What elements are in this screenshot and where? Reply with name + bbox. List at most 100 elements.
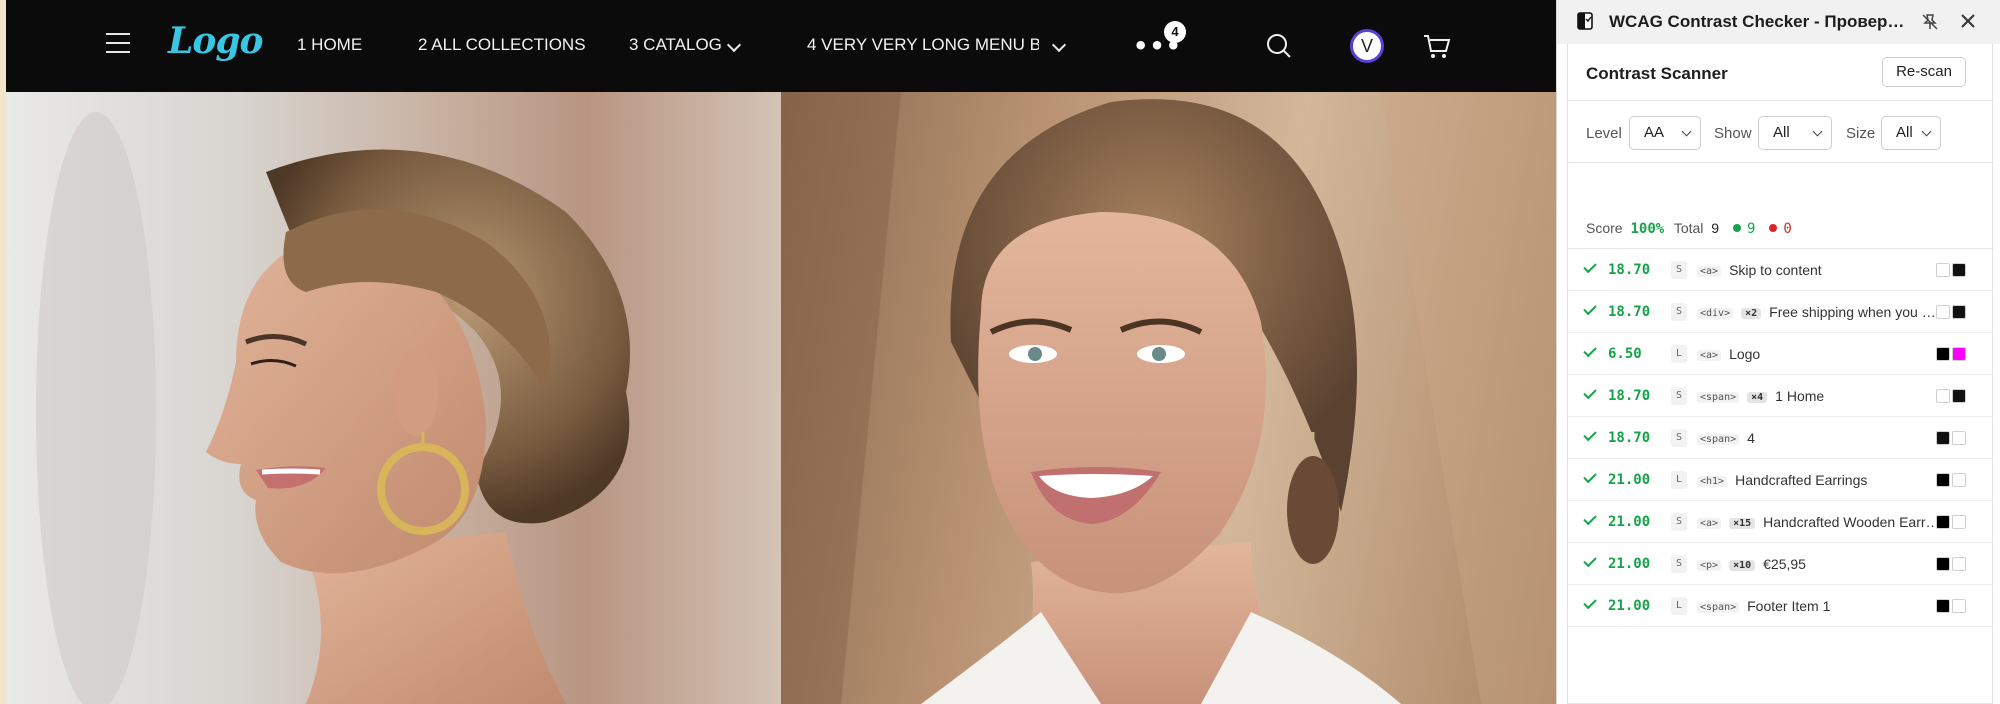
store-header: Logo 1 HOME 2 ALL COLLECTIONS 3 CATALOG … [6, 0, 1556, 92]
element-tag: <span> [1697, 434, 1740, 445]
fail-dot-icon [1769, 224, 1778, 232]
panel-window-title: WCAG Contrast Checker - Проверка контрас… [1609, 12, 1909, 31]
foreground-swatch [1936, 599, 1950, 613]
nav-item-long-menu[interactable]: 4 VERY VERY LONG MENU BECAUSE [807, 35, 1039, 55]
pass-check-icon [1583, 385, 1597, 400]
search-icon[interactable] [1266, 33, 1292, 59]
foreground-swatch [1936, 557, 1950, 571]
text-size-badge: S [1671, 303, 1687, 321]
level-select[interactable]: AA [1629, 116, 1701, 150]
element-tag: <h1> [1697, 476, 1728, 487]
pass-check-icon [1583, 595, 1597, 610]
size-filter-label: Size [1846, 125, 1876, 142]
size-select[interactable]: All [1881, 116, 1941, 150]
element-tag: <span> [1697, 602, 1740, 613]
pass-check-icon [1583, 343, 1597, 358]
text-size-badge: S [1671, 429, 1687, 447]
result-row[interactable]: 21.00 S <a> ×15 Handcrafted Wooden Earring… [1568, 501, 1994, 543]
result-row[interactable]: 18.70 S <div> ×2 Free shipping when you or… [1568, 291, 1994, 333]
pass-check-icon [1583, 301, 1597, 316]
total-value: 9 [1711, 220, 1720, 236]
contrast-checker-icon [1577, 12, 1593, 30]
result-detail: <span> 4 [1697, 429, 1942, 447]
result-detail: <span> ×4 1 Home [1697, 387, 1942, 405]
occurrence-count: ×4 [1747, 392, 1768, 403]
results-list: 18.70 S <a> Skip to content 18.70 S <div>… [1568, 249, 1994, 627]
element-text: 4 [1747, 430, 1755, 446]
show-filter-label: Show [1714, 125, 1752, 142]
size-select-value: All [1896, 124, 1913, 141]
result-row[interactable]: 6.50 L <a> Logo [1568, 333, 1994, 375]
result-row[interactable]: 21.00 S <p> ×10 €25,95 [1568, 543, 1994, 585]
text-size-badge: S [1671, 387, 1687, 405]
contrast-ratio: 21.00 [1608, 556, 1651, 572]
cart-icon[interactable] [1423, 34, 1451, 60]
result-detail: <span> Footer Item 1 [1697, 597, 1942, 615]
rescan-button[interactable]: Re-scan [1882, 57, 1966, 87]
level-select-value: AA [1644, 124, 1665, 141]
pass-check-icon [1583, 511, 1597, 526]
result-detail: <a> Logo [1697, 345, 1942, 363]
pass-check-icon [1583, 553, 1597, 568]
result-row[interactable]: 18.70 S <span> 4 [1568, 417, 1994, 459]
nav-item-home[interactable]: 1 HOME [297, 35, 362, 55]
contrast-ratio: 18.70 [1608, 388, 1651, 404]
product-image-front[interactable] [781, 92, 1556, 704]
score-label: Score [1586, 220, 1623, 236]
element-tag: <span> [1697, 392, 1740, 403]
element-text: Handcrafted Earrings [1735, 472, 1868, 488]
fail-count: 0 [1783, 221, 1792, 237]
unpin-icon[interactable] [1921, 13, 1939, 31]
result-detail: <a> Skip to content [1697, 261, 1942, 279]
background-swatch [1952, 557, 1966, 571]
result-row[interactable]: 18.70 S <span> ×4 1 Home [1568, 375, 1994, 417]
chevron-down-icon [1681, 126, 1692, 137]
panel-titlebar: WCAG Contrast Checker - Проверка контрас… [1557, 0, 2000, 44]
close-icon[interactable] [1958, 11, 1978, 31]
level-filter-label: Level [1586, 125, 1622, 142]
nav-item-all-collections[interactable]: 2 ALL COLLECTIONS [418, 35, 586, 55]
background-swatch [1952, 431, 1966, 445]
store-logo[interactable]: Logo [168, 20, 264, 62]
contrast-ratio: 18.70 [1608, 304, 1651, 320]
pass-dot-icon [1732, 224, 1741, 232]
element-tag: <a> [1697, 518, 1722, 529]
element-tag: <div> [1697, 308, 1734, 319]
background-swatch [1952, 263, 1966, 277]
element-tag: <a> [1697, 350, 1722, 361]
result-row[interactable]: 18.70 S <a> Skip to content [1568, 249, 1994, 291]
product-image-profile[interactable] [6, 92, 781, 704]
result-row[interactable]: 21.00 L <span> Footer Item 1 [1568, 585, 1994, 627]
element-text: €25,95 [1763, 556, 1806, 572]
element-tag: <a> [1697, 266, 1722, 277]
text-size-badge: L [1671, 471, 1687, 489]
occurrence-count: ×2 [1741, 308, 1762, 319]
background-swatch [1952, 599, 1966, 613]
element-tag: <p> [1697, 560, 1722, 571]
text-size-badge: S [1671, 555, 1687, 573]
contrast-scanner-card: Contrast Scanner Re-scan Level AA Show A… [1567, 44, 1994, 704]
show-select[interactable]: All [1758, 116, 1832, 150]
contrast-ratio: 18.70 [1608, 430, 1651, 446]
scan-summary: Score 100% Total 9 9 0 [1586, 220, 1792, 237]
element-text: Free shipping when you order over 100 [1769, 304, 1942, 320]
score-value: 100% [1630, 221, 1665, 237]
scanner-title: Contrast Scanner [1586, 64, 1728, 83]
element-text: Handcrafted Wooden Earrings [1763, 514, 1942, 530]
result-row[interactable]: 21.00 L <h1> Handcrafted Earrings [1568, 459, 1994, 501]
chevron-down-icon[interactable] [726, 37, 742, 53]
background-swatch [1952, 515, 1966, 529]
chevron-down-icon[interactable] [1051, 37, 1067, 53]
text-size-badge: L [1671, 597, 1687, 615]
result-detail: <p> ×10 €25,95 [1697, 555, 1942, 573]
hamburger-icon[interactable] [106, 33, 130, 55]
occurrence-count: ×10 [1729, 560, 1756, 571]
result-detail: <a> ×15 Handcrafted Wooden Earrings [1697, 513, 1942, 531]
chevron-down-icon [1921, 126, 1932, 137]
text-size-badge: S [1671, 261, 1687, 279]
foreground-swatch [1936, 389, 1950, 403]
nav-item-catalog[interactable]: 3 CATALOG [629, 35, 722, 55]
background-swatch [1952, 347, 1966, 361]
account-avatar[interactable]: V [1350, 29, 1384, 63]
contrast-checker-panel: WCAG Contrast Checker - Проверка контрас… [1556, 0, 2000, 704]
